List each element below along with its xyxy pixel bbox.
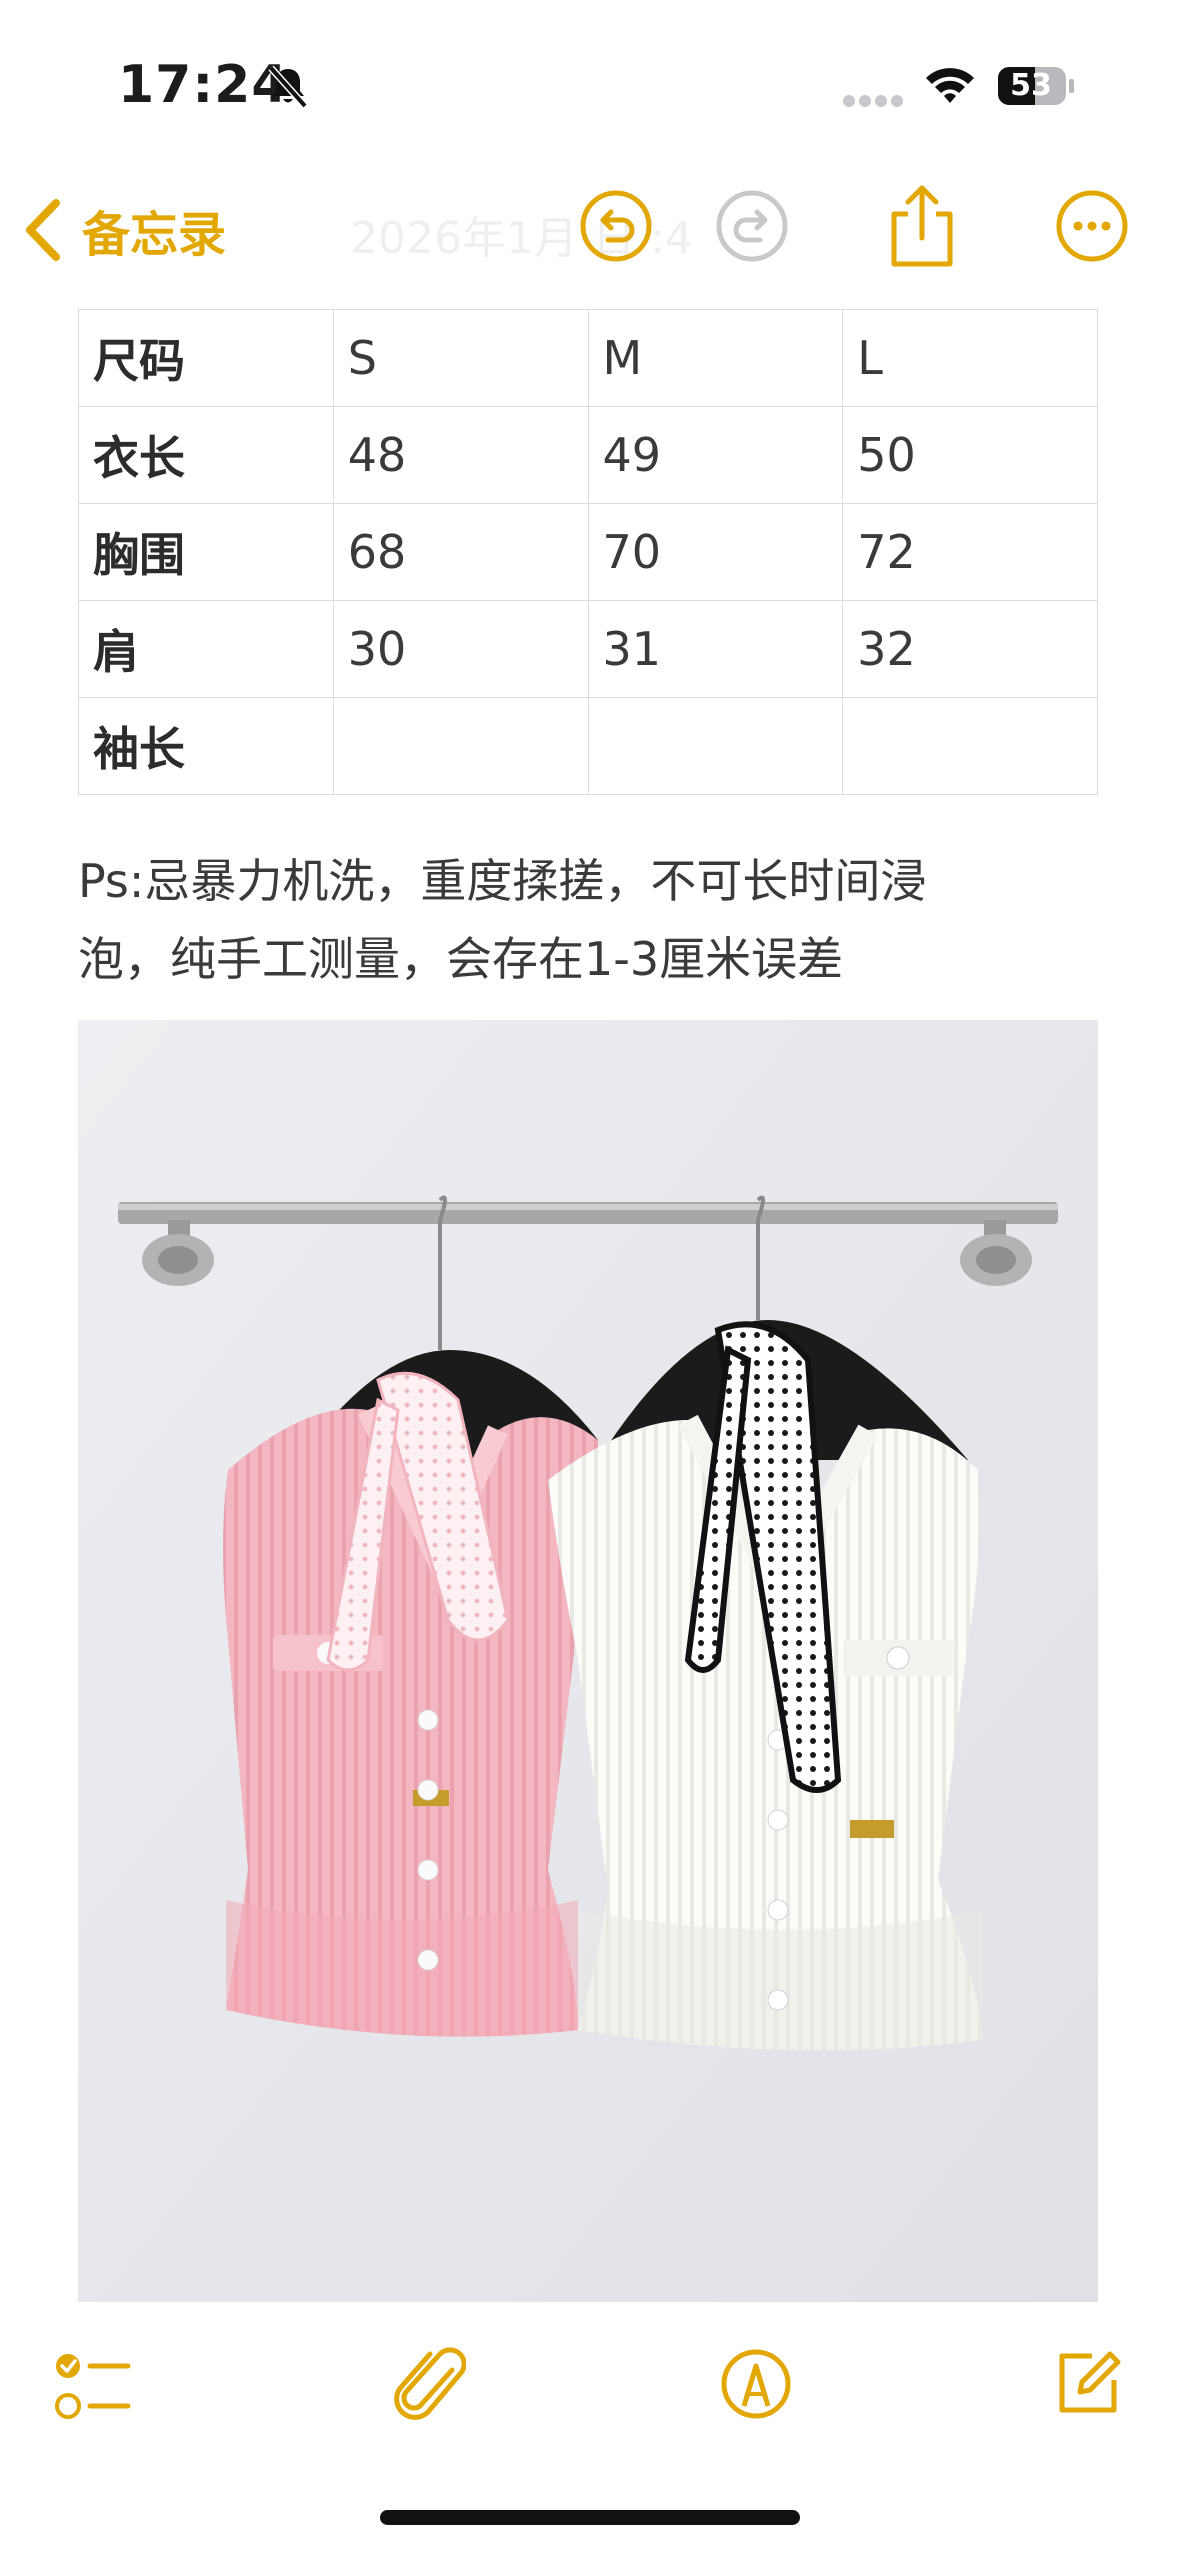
more-icon[interactable] [1054, 188, 1130, 264]
status-bar: 17:24 53 [0, 0, 1179, 150]
table-row: 肩 30 31 32 [78, 600, 1098, 698]
bell-slash-icon [268, 65, 308, 109]
table-cell[interactable] [842, 697, 1098, 795]
paperclip-icon[interactable] [394, 2346, 466, 2426]
markup-pen-icon[interactable] [720, 2348, 792, 2420]
status-time: 17:24 [118, 55, 289, 115]
share-icon[interactable] [884, 180, 960, 270]
table-cell[interactable]: S [332, 309, 589, 407]
note-line: 泡，纯手工测量，会存在1-3厘米误差 [78, 932, 844, 986]
table-row: 胸围 68 70 72 [78, 503, 1098, 601]
table-cell[interactable]: 胸围 [78, 503, 334, 601]
table-cell[interactable]: 31 [587, 600, 844, 698]
table-cell[interactable]: 肩 [78, 600, 334, 698]
table-cell[interactable]: 49 [587, 406, 844, 504]
signal-dots-icon [843, 95, 903, 107]
table-cell[interactable]: 袖长 [78, 697, 334, 795]
chevron-left-icon [26, 199, 60, 261]
battery-icon: 53 [997, 66, 1077, 106]
table-cell[interactable]: 68 [332, 503, 589, 601]
note-line: Ps:忌暴力机洗，重度揉搓，不可长时间浸 [78, 854, 927, 908]
table-cell[interactable]: 72 [842, 503, 1098, 601]
table-cell[interactable]: 30 [332, 600, 589, 698]
knit-vest-photo[interactable] [78, 1020, 1098, 2302]
table-cell[interactable]: 48 [332, 406, 589, 504]
checklist-icon[interactable] [54, 2350, 132, 2424]
bottom-toolbar [0, 2320, 1179, 2450]
nav-bar: 备忘录 2026年1月 日 :4 [0, 170, 1179, 290]
table-cell[interactable] [332, 697, 589, 795]
redo-icon[interactable] [714, 188, 790, 264]
table-cell[interactable]: 尺码 [78, 309, 334, 407]
compose-icon[interactable] [1052, 2346, 1122, 2418]
table-cell[interactable] [587, 697, 844, 795]
table-row: 衣长 48 49 50 [78, 406, 1098, 504]
back-label: 备忘录 [82, 207, 227, 263]
note-body-text[interactable]: Ps:忌暴力机洗，重度揉搓，不可长时间浸 泡，纯手工测量，会存在1-3厘米误差 [78, 842, 1118, 998]
table-row: 袖长 [78, 697, 1098, 795]
battery-level: 53 [1010, 68, 1052, 103]
size-table[interactable]: 尺码 S M L 衣长 48 49 50 胸围 68 70 72 肩 30 31… [78, 309, 1098, 795]
back-button[interactable]: 备忘录 [22, 192, 226, 268]
home-indicator[interactable] [380, 2510, 800, 2525]
table-cell[interactable]: 70 [587, 503, 844, 601]
table-cell[interactable]: L [842, 309, 1098, 407]
table-cell[interactable]: M [587, 309, 844, 407]
photo-illustration [78, 1020, 1098, 2302]
table-header-row: 尺码 S M L [78, 309, 1098, 407]
table-cell[interactable]: 32 [842, 600, 1098, 698]
undo-icon[interactable] [578, 188, 654, 264]
wifi-icon [926, 68, 974, 103]
table-cell[interactable]: 50 [842, 406, 1098, 504]
table-cell[interactable]: 衣长 [78, 406, 334, 504]
